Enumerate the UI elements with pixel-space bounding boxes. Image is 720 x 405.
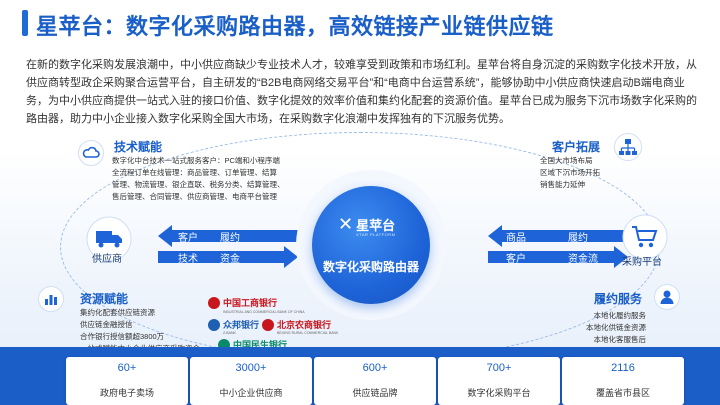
expand-title: 客户拓展: [552, 140, 601, 154]
stat-label: 供应链品牌: [352, 388, 398, 398]
right-flow-goods: 商品: [506, 232, 526, 244]
stat-value: 60+: [117, 362, 137, 374]
service-details: 本地化履约服务 本地化供链金资源 本地化客服售后: [540, 310, 646, 346]
stat-value: 600+: [362, 362, 388, 374]
stat-card: 2116 覆盖省市县区: [562, 357, 684, 405]
left-flow-fulfil: 履约: [220, 232, 240, 244]
resource-line: 合作银行授信额超3800万: [80, 332, 165, 341]
right-flow-cashflow: 资金流: [568, 253, 598, 265]
cloud-icon: [78, 140, 104, 166]
stat-card: 600+ 供应链品牌: [314, 357, 436, 405]
stat-label: 政府电子卖场: [99, 388, 154, 398]
tech-title: 技术赋能: [114, 140, 163, 154]
service-line: 本地化供链金资源: [586, 323, 646, 332]
tech-line: 管理、物流管理、银企直联、税务分类、结算管理、: [112, 180, 285, 189]
bank-zbank: 众邦银行: [208, 318, 259, 331]
logo-sub: XTAR PLATFORM: [356, 232, 396, 237]
title-accent-bar: [22, 10, 28, 36]
service-title: 履约服务: [594, 292, 643, 306]
icbc-logo-icon: [208, 296, 220, 309]
bank-icbc-en: INDUSTRIAL AND COMMERCIAL BANK OF CHINA: [223, 310, 305, 314]
right-flow-customer: 客户: [506, 253, 526, 265]
stat-label: 覆盖省市县区: [595, 388, 650, 398]
tech-line: 全流程订单在线管理：商品管理、订单管理、结算: [112, 168, 277, 177]
resource-line: 集约化配套供应链资源: [80, 308, 155, 317]
expand-line: 区域下沉市场开拓: [540, 168, 600, 177]
right-flow-fulfil: 履约: [568, 232, 588, 244]
stat-value: 2116: [611, 362, 635, 374]
stat-card: 700+ 数字化采购平台: [438, 357, 560, 405]
bank-bjrcb: 北京农商银行: [262, 318, 331, 331]
service-line: 本地化客服售后: [593, 335, 647, 344]
expand-line: 销售能力延伸: [540, 180, 585, 189]
right-flow-bottom-arrow: 客户 资金流: [488, 246, 628, 268]
bjrcb-logo-icon: [262, 318, 274, 331]
service-line: 本地化履约服务: [593, 311, 647, 320]
tech-line: 数字化中台技术一站式服务客户：PC端和小程序端: [112, 156, 280, 165]
bank-icbc: 中国工商银行: [208, 296, 277, 309]
supplier-label: 供应商: [92, 254, 122, 265]
router-label: 数字化采购路由器: [322, 260, 419, 274]
x-logo-icon: ✕: [338, 214, 354, 234]
stat-value: 3000+: [235, 362, 267, 374]
intro-paragraph: 在新的数字化采购发展浪潮中，中小供应商缺少专业技术人才，较难享受到政策和市场红利…: [26, 59, 697, 125]
resource-title: 资源赋能: [80, 292, 129, 306]
left-flow-fund: 资金: [220, 253, 240, 265]
resource-line: 供应链金融授信: [80, 320, 133, 329]
platform-label: 采购平台: [622, 257, 662, 268]
left-flow-customer: 客户: [178, 232, 198, 244]
tech-details: 数字化中台技术一站式服务客户：PC端和小程序端 全流程订单在线管理：商品管理、订…: [112, 155, 302, 203]
stat-value: 700+: [486, 362, 512, 374]
stat-card: 3000+ 中小企业供应商: [190, 357, 312, 405]
bank-zbank-en: Z-BANK: [223, 331, 236, 335]
zbank-logo-icon: [208, 318, 220, 331]
expand-details: 全国大市场布局 区域下沉市场开拓 销售能力延伸: [540, 155, 630, 191]
left-flow-top-arrow: 客户 履约: [158, 225, 298, 247]
stat-card: 60+ 政府电子卖场: [66, 357, 188, 405]
stat-label: 中小企业供应商: [219, 388, 283, 398]
left-flow-tech: 技术: [178, 253, 198, 265]
router-circle: [312, 186, 430, 304]
left-flow-bottom-arrow: 技术 资金: [158, 246, 298, 268]
bank-bjrcb-en: BEIJING RURAL COMMERCIAL BANK: [277, 331, 339, 335]
page-title: 星苹台：数字化采购路由器，高效链接产业链供应链: [36, 14, 554, 39]
stat-label: 数字化采购平台: [467, 388, 531, 398]
bar-chart-icon: [38, 286, 64, 312]
expand-line: 全国大市场布局: [540, 156, 593, 165]
tech-line: 售后管理、合同管理、供应商管理、电商平台管理: [112, 192, 277, 201]
right-flow-top-arrow: 商品 履约: [488, 225, 628, 247]
service-person-icon: [654, 284, 680, 310]
